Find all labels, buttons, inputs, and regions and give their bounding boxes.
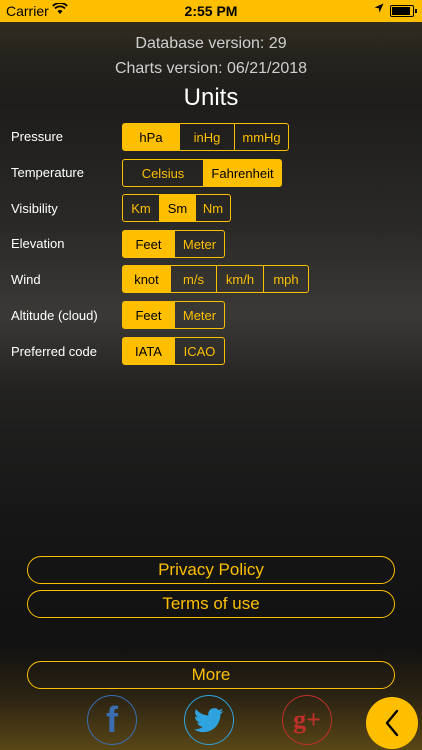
pressure-option-mmhg[interactable]: mmHg [234,124,288,150]
elevation-option-feet[interactable]: Feet [123,231,174,257]
facebook-button[interactable]: f [87,695,137,745]
location-arrow-icon [374,3,384,13]
wind-option-ms[interactable]: m/s [170,266,216,292]
google-plus-button[interactable]: g+ [282,695,332,745]
database-version: Database version: 29 [135,35,287,52]
wind-option-mph[interactable]: mph [263,266,308,292]
preferred-code-option-icao[interactable]: ICAO [174,338,224,364]
altitude-option-meter[interactable]: Meter [174,302,224,328]
google-plus-icon: g+ [293,705,321,734]
wind-segmented-control: knot m/s km/h mph [122,265,309,293]
battery-icon [390,5,417,17]
twitter-icon [194,707,224,732]
terms-of-use-button[interactable]: Terms of use [27,590,395,618]
temperature-label: Temperature [11,165,84,180]
clock: 2:55 PM [184,3,238,19]
pressure-option-hpa[interactable]: hPa [123,124,179,150]
twitter-button[interactable] [184,695,234,745]
wind-option-kmh[interactable]: km/h [216,266,263,292]
chevron-left-icon [385,709,399,737]
facebook-icon: f [106,699,118,740]
visibility-option-sm[interactable]: Sm [159,195,195,221]
temperature-option-celsius[interactable]: Celsius [123,160,203,186]
more-button[interactable]: More [27,661,395,689]
visibility-option-nm[interactable]: Nm [195,195,230,221]
page-title: Units [183,84,239,111]
altitude-cloud-label: Altitude (cloud) [11,308,98,323]
elevation-segmented-control: Feet Meter [122,230,225,258]
visibility-segmented-control: Km Sm Nm [122,194,231,222]
visibility-label: Visibility [11,201,58,216]
altitude-segmented-control: Feet Meter [122,301,225,329]
back-button[interactable] [366,697,418,749]
pressure-label: Pressure [11,129,64,144]
wind-label: Wind [11,272,41,287]
preferred-code-option-iata[interactable]: IATA [123,338,174,364]
status-bar: Carrier 2:55 PM [0,0,422,22]
wind-option-knot[interactable]: knot [123,266,170,292]
temperature-option-fahrenheit[interactable]: Fahrenheit [203,160,281,186]
preferred-code-label: Preferred code [11,344,97,359]
preferred-code-segmented-control: IATA ICAO [122,337,225,365]
elevation-label: Elevation [11,236,65,251]
charts-version: Charts version: 06/21/2018 [114,60,308,77]
altitude-option-feet[interactable]: Feet [123,302,174,328]
privacy-policy-button[interactable]: Privacy Policy [27,556,395,584]
elevation-option-meter[interactable]: Meter [174,231,224,257]
pressure-segmented-control: hPa inHg mmHg [122,123,289,151]
pressure-option-inhg[interactable]: inHg [179,124,234,150]
temperature-segmented-control: Celsius Fahrenheit [122,159,282,187]
visibility-option-km[interactable]: Km [123,195,159,221]
